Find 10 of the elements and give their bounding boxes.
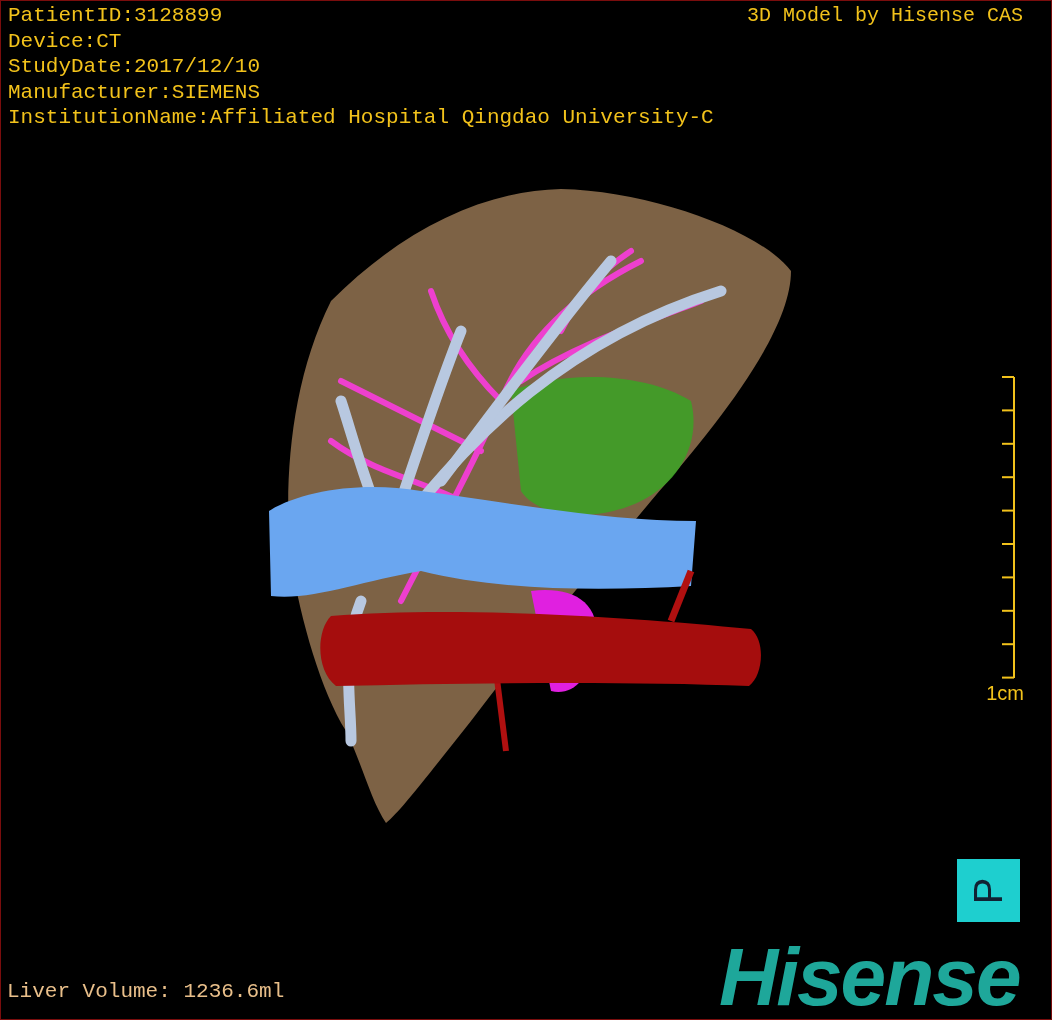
info-text: Device:CT <box>8 28 123 54</box>
orientation-cube[interactable]: P <box>957 859 1020 922</box>
scale-label: 1cm <box>986 681 1024 706</box>
hisense-logo: Hisense <box>719 935 1020 1019</box>
info-text: Manufacturer:SIEMENS <box>8 79 262 105</box>
liver-volume-text: Liver Volume: 1236.6ml <box>7 979 285 1005</box>
info-text: PatientID:3128899 <box>8 3 224 29</box>
info-text: InstitutionName:Affiliated Hospital Qingdao University-C <box>8 105 714 131</box>
info-text: StudyDate:2017/12/10 <box>8 54 262 80</box>
model-credit-text: 3D Model by Hisense CAS <box>746 3 1023 29</box>
